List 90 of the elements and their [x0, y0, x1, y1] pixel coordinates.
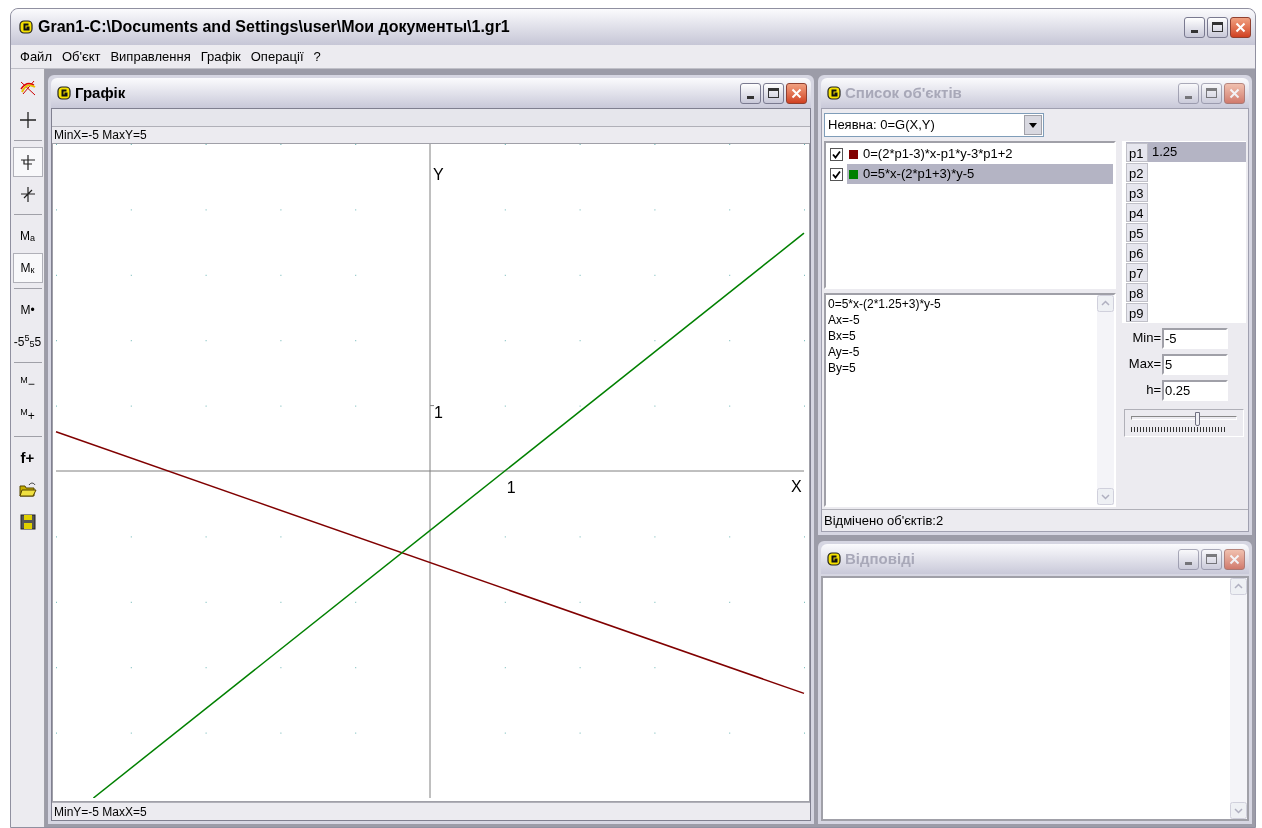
slider-thumb[interactable]: [1195, 412, 1200, 426]
close-button[interactable]: [1230, 16, 1251, 38]
window-title: Відповіді: [845, 548, 915, 569]
toolbar-button[interactable]: -5$^{5}$$_{5}$5: [12, 327, 43, 357]
parameter-row[interactable]: p3: [1126, 182, 1246, 202]
parameter-name: p1: [1126, 142, 1148, 162]
text-line: Ay=-5: [828, 344, 861, 360]
axis-label: Y: [433, 166, 444, 183]
scrollbar[interactable]: [1230, 578, 1247, 819]
parameter-row[interactable]: p7: [1126, 262, 1246, 282]
range-label: MinX=-5 MaxY=5: [53, 127, 148, 143]
scroll-up-icon: [1230, 578, 1247, 595]
parameter-row[interactable]: p4: [1126, 202, 1246, 222]
parameter-row[interactable]: p9: [1126, 302, 1246, 322]
parameter-row[interactable]: p5: [1126, 222, 1246, 242]
input-field[interactable]: 5: [1162, 353, 1228, 375]
window-title: Gran1-C:\Documents and Settings\user\Мои документы\1.gr1: [38, 17, 510, 37]
field-label: h=: [1145, 381, 1162, 400]
text-line: 0=5*x-(2*1.25+3)*y-5: [828, 296, 942, 312]
input-field[interactable]: 0.25: [1162, 379, 1228, 401]
toolbar-button[interactable]: $^{M}$+: [12, 401, 43, 431]
minimize-button[interactable]: [740, 82, 761, 104]
parameter-name: p3: [1126, 182, 1148, 202]
scroll-down-icon: [1230, 802, 1247, 819]
parameter-name: p2: [1126, 162, 1148, 182]
toolbar-button[interactable]: $^{M}$−: [12, 369, 43, 399]
close-icon: [1229, 553, 1240, 565]
app-icon: [827, 552, 841, 566]
menu-item[interactable]: Графік: [195, 46, 246, 67]
maximize-button[interactable]: [763, 82, 784, 104]
status-text: Відмічено об'єктів:2: [824, 511, 944, 530]
close-icon: [1229, 87, 1240, 99]
toolbar-button[interactable]: M$_{к}$: [12, 253, 43, 283]
toolbar-button[interactable]: [12, 147, 43, 177]
toolbar-button[interactable]: M•: [12, 295, 43, 325]
toolbar-button[interactable]: M$_{a}$: [12, 221, 43, 251]
window-title: Список об'єктів: [845, 82, 962, 103]
details-textbox[interactable]: 0=5*x-(2*1.25+3)*y-5 Ax=-5 Bx=5 Ay=-5 By=5: [824, 293, 1116, 507]
scroll-down-icon: [1097, 488, 1114, 505]
close-icon: [791, 87, 802, 99]
menu-item[interactable]: Об'єкт: [56, 46, 106, 67]
text-line: Bx=5: [828, 328, 857, 344]
crosshair-icon: [17, 110, 38, 130]
parameter-name: p9: [1126, 302, 1148, 322]
tick-mark: [429, 405, 435, 407]
field-label: Min=: [1131, 329, 1162, 348]
menu-item[interactable]: Операції: [245, 46, 309, 67]
menu-item[interactable]: ?: [308, 46, 326, 67]
window-title: Графік: [75, 82, 126, 103]
menu-item[interactable]: Виправлення: [105, 46, 196, 67]
scroll-up-icon: [1097, 295, 1114, 312]
scrollbar[interactable]: [1097, 295, 1114, 505]
parameter-row[interactable]: p1 1.25: [1126, 142, 1246, 162]
parameter-row[interactable]: p6: [1126, 242, 1246, 262]
input-field[interactable]: -5: [1162, 327, 1228, 349]
dropdown-arrow-icon: [1029, 122, 1037, 128]
tick-label: 1: [506, 479, 516, 496]
maximize-button[interactable]: [1207, 16, 1228, 38]
app-icon: [57, 86, 71, 100]
close-button[interactable]: [786, 82, 807, 104]
checkbox[interactable]: [830, 167, 843, 181]
axis-label: X: [791, 478, 802, 495]
function-graph-icon: [17, 78, 38, 98]
close-button[interactable]: [1224, 548, 1245, 570]
parameter-name: p5: [1126, 222, 1148, 242]
minimize-button[interactable]: [1184, 16, 1205, 38]
app-icon: [19, 20, 33, 34]
close-icon: [1235, 21, 1246, 33]
close-button[interactable]: [1224, 82, 1245, 104]
parameter-row[interactable]: p2: [1126, 162, 1246, 182]
parameter-name: p8: [1126, 282, 1148, 302]
range-label: MinY=-5 MaxX=5: [52, 802, 810, 820]
checkbox[interactable]: [830, 147, 843, 161]
object-item[interactable]: 0=5*x-(2*p1+3)*y-5: [847, 164, 1113, 184]
slider[interactable]: [1124, 409, 1244, 437]
menu-item[interactable]: Файл: [15, 46, 57, 67]
object-item[interactable]: 0=(2*p1-3)*x-p1*y-3*p1+2: [847, 144, 1113, 164]
folder-icon: [17, 480, 38, 500]
type-dropdown[interactable]: Неявна: 0=G(X,Y): [824, 113, 1044, 137]
tick-label: 1: [434, 403, 443, 421]
toolbar-button[interactable]: f+: [12, 443, 43, 473]
text-line: By=5: [828, 360, 857, 376]
field-label: Max=: [1127, 355, 1162, 374]
parameter-row[interactable]: p8: [1126, 282, 1246, 302]
parameter-value: 1.25: [1151, 143, 1178, 162]
parameter-name: p6: [1126, 242, 1148, 262]
parameter-name: p7: [1126, 262, 1148, 282]
text-line: Ax=-5: [828, 312, 861, 328]
parameter-name: p4: [1126, 202, 1148, 222]
app-icon: [827, 86, 841, 100]
